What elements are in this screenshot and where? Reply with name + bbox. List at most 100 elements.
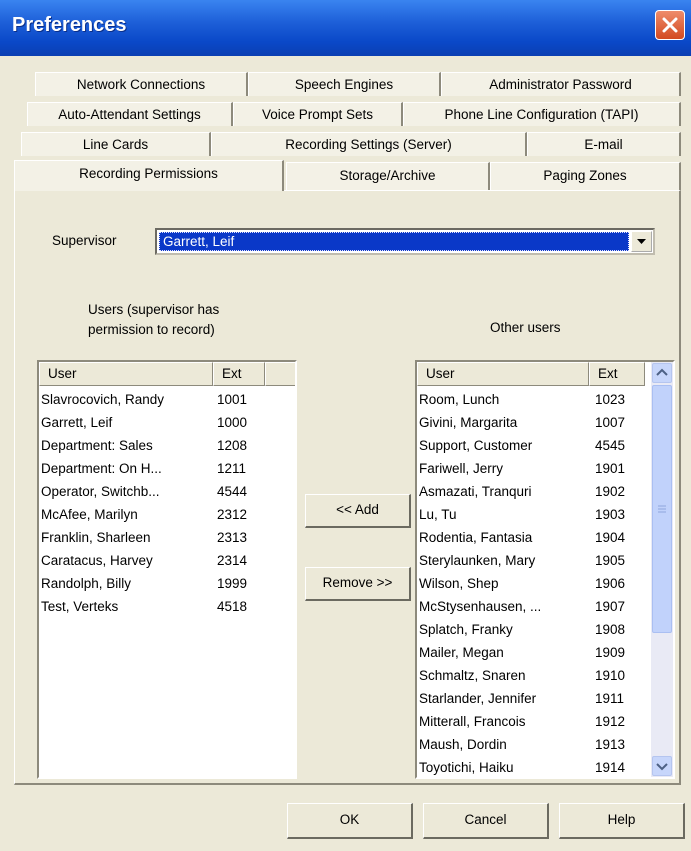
list-row[interactable]: Wilson, Shep 1906 [417, 572, 647, 595]
list-row[interactable]: Sterylaunken, Mary 1905 [417, 549, 647, 572]
list-row[interactable]: Test, Verteks 4518 [39, 595, 269, 618]
tab-recording-settings-server[interactable]: Recording Settings (Server) [211, 132, 527, 156]
list-row[interactable]: Support, Customer 4545 [417, 434, 647, 457]
tab-storage-archive[interactable]: Storage/Archive [286, 162, 490, 190]
list-row[interactable]: Maush, Dordin 1913 [417, 733, 647, 756]
ok-button[interactable]: OK [287, 803, 413, 839]
user-extension: 1001 [217, 392, 248, 407]
scroll-up-button[interactable] [652, 363, 672, 383]
user-extension: 1913 [595, 737, 626, 752]
user-extension: 1911 [595, 691, 625, 706]
user-name: Slavrocovich, Randy [41, 392, 165, 407]
user-name: Wilson, Shep [419, 576, 499, 591]
list-row[interactable]: Toyotichi, Haiku 1914 [417, 756, 647, 777]
list-row[interactable]: McStysenhausen, ... 1907 [417, 595, 647, 618]
user-name: Maush, Dordin [419, 737, 507, 752]
tab-speech-engines[interactable]: Speech Engines [248, 72, 441, 96]
remove-button-label: Remove >> [322, 575, 393, 590]
user-name: Caratacus, Harvey [41, 553, 153, 568]
list-row[interactable]: Garrett, Leif 1000 [39, 411, 269, 434]
column-header-user[interactable]: User [39, 362, 213, 386]
window-title: Preferences [12, 14, 127, 36]
list-row[interactable]: Mitterall, Francois 1912 [417, 710, 647, 733]
list-row[interactable]: Room, Lunch 1023 [417, 388, 647, 411]
cancel-button-label: Cancel [464, 812, 507, 827]
chevron-down-icon [637, 239, 646, 244]
user-name: Fariwell, Jerry [419, 461, 504, 476]
list-row[interactable]: Schmaltz, Snaren 1910 [417, 664, 647, 687]
supervisor-label: Supervisor [52, 233, 117, 248]
list-row[interactable]: Givini, Margarita 1007 [417, 411, 647, 434]
list-row[interactable]: McAfee, Marilyn 2312 [39, 503, 269, 526]
tab-administrator-password[interactable]: Administrator Password [441, 72, 681, 96]
remove-button[interactable]: Remove >> [305, 567, 411, 601]
user-extension: 1902 [595, 484, 626, 499]
tab-recording-permissions[interactable]: Recording Permissions [14, 160, 284, 191]
scroll-down-button[interactable] [652, 756, 672, 776]
user-extension: 1906 [595, 576, 626, 591]
user-name: Starlander, Jennifer [419, 691, 537, 706]
help-button[interactable]: Help [559, 803, 685, 839]
ok-button-label: OK [339, 812, 360, 827]
add-button[interactable]: << Add [305, 494, 411, 528]
right-list-caption: Other users [490, 320, 561, 335]
list-row[interactable]: Rodentia, Fantasia 1904 [417, 526, 647, 549]
user-name: McAfee, Marilyn [41, 507, 138, 522]
list-row[interactable]: Randolph, Billy 1999 [39, 572, 269, 595]
vertical-scrollbar[interactable] [651, 362, 673, 777]
other-users-list[interactable]: User Ext Room, Lunch 1023 Givini, Margarit… [415, 360, 675, 779]
user-name: Rodentia, Fantasia [419, 530, 533, 545]
list-row[interactable]: Operator, Switchb... 4544 [39, 480, 269, 503]
grip-icon [658, 505, 666, 513]
list-row[interactable]: Mailer, Megan 1909 [417, 641, 647, 664]
tab-phone-line-configuration[interactable]: Phone Line Configuration (TAPI) [403, 102, 681, 126]
cancel-button[interactable]: Cancel [423, 803, 549, 839]
list-row[interactable]: Starlander, Jennifer 1911 [417, 687, 647, 710]
user-extension: 1910 [595, 668, 626, 683]
tab-auto-attendant-settings[interactable]: Auto-Attendant Settings [27, 102, 233, 126]
list-row[interactable]: Fariwell, Jerry 1901 [417, 457, 647, 480]
user-extension: 1905 [595, 553, 626, 568]
close-icon [662, 17, 678, 33]
user-extension: 1912 [595, 714, 626, 729]
list-row[interactable]: Franklin, Sharleen 2313 [39, 526, 269, 549]
user-extension: 1908 [595, 622, 626, 637]
column-header-ext[interactable]: Ext [589, 362, 645, 386]
user-name: Splatch, Franky [419, 622, 513, 637]
list-row[interactable]: Slavrocovich, Randy 1001 [39, 388, 269, 411]
user-extension: 2313 [217, 530, 248, 545]
user-extension: 1007 [595, 415, 626, 430]
user-name: Lu, Tu [419, 507, 457, 522]
supervised-users-list[interactable]: User Ext Slavrocovich, Randy 1001 Garrett,… [37, 360, 297, 779]
help-button-label: Help [607, 812, 636, 827]
add-button-label: << Add [336, 502, 379, 517]
close-button[interactable] [655, 10, 685, 40]
user-name: Schmaltz, Snaren [419, 668, 526, 683]
tab-network-connections[interactable]: Network Connections [35, 72, 248, 96]
user-name: Department: On H... [41, 461, 162, 476]
list-row[interactable]: Lu, Tu 1903 [417, 503, 647, 526]
user-name: Franklin, Sharleen [41, 530, 151, 545]
tab-line-cards[interactable]: Line Cards [21, 132, 211, 156]
user-extension: 1208 [217, 438, 248, 453]
user-name: Operator, Switchb... [41, 484, 160, 499]
dropdown-arrow-button[interactable] [631, 231, 652, 252]
list-row[interactable]: Splatch, Franky 1908 [417, 618, 647, 641]
tab-e-mail[interactable]: E-mail [527, 132, 681, 156]
user-name: Asmazati, Tranquri [419, 484, 532, 499]
list-row[interactable]: Department: On H... 1211 [39, 457, 269, 480]
scroll-thumb[interactable] [652, 385, 672, 633]
supervisor-dropdown[interactable]: Garrett, Leif [155, 228, 655, 255]
user-extension: 1023 [595, 392, 626, 407]
column-header-user[interactable]: User [417, 362, 589, 386]
user-extension: 2314 [217, 553, 248, 568]
column-header-ext[interactable]: Ext [213, 362, 265, 386]
user-name: Randolph, Billy [41, 576, 132, 591]
user-extension: 1000 [217, 415, 248, 430]
list-row[interactable]: Department: Sales 1208 [39, 434, 269, 457]
list-row[interactable]: Caratacus, Harvey 2314 [39, 549, 269, 572]
list-row[interactable]: Asmazati, Tranquri 1902 [417, 480, 647, 503]
tab-voice-prompt-sets[interactable]: Voice Prompt Sets [233, 102, 403, 126]
user-extension: 4544 [217, 484, 248, 499]
tab-paging-zones[interactable]: Paging Zones [490, 162, 681, 190]
